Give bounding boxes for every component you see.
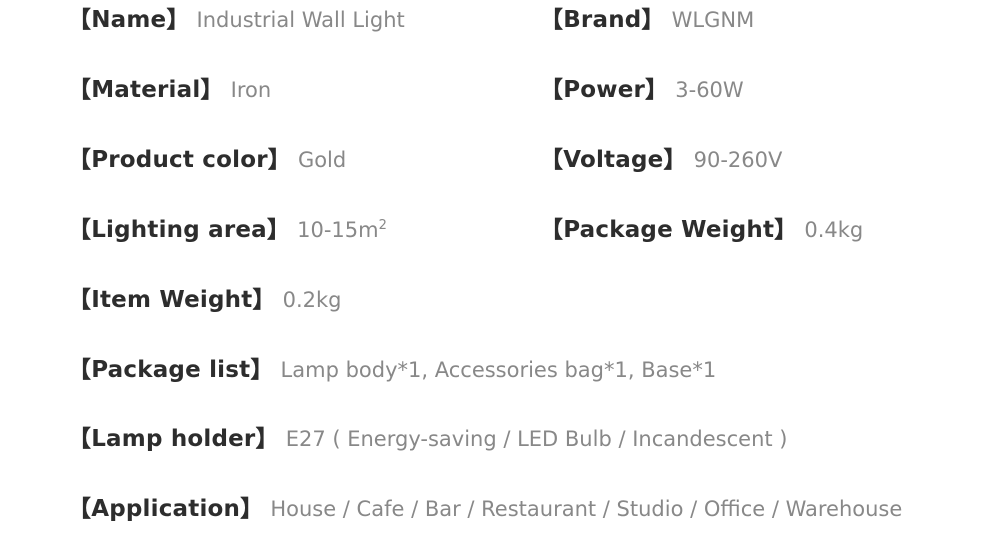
spec-item-material: 【Material】 Iron (68, 70, 271, 104)
spec-label-name: 【Name】 (68, 7, 190, 33)
spec-row: 【Lighting area】 10-15m2 【Package Weight】… (0, 192, 1000, 262)
spec-label-power: 【Power】 (540, 77, 669, 103)
spec-label-material: 【Material】 (68, 77, 224, 103)
spec-value-product-color: Gold (297, 148, 347, 172)
spec-item-power: 【Power】 3-60W (540, 70, 744, 104)
spec-label-brand: 【Brand】 (540, 7, 665, 33)
spec-value-brand: WLGNM (671, 8, 755, 32)
spec-label-lamp-holder: 【Lamp holder】 (68, 426, 279, 452)
spec-item-package-weight: 【Package Weight】 0.4kg (540, 210, 863, 244)
spec-item-lamp-holder: 【Lamp holder】 E27 ( Energy-saving / LED … (68, 419, 788, 453)
spec-row: 【Name】 Industrial Wall Light 【Brand】 WLG… (0, 0, 1000, 52)
spec-label-package-list: 【Package list】 (68, 357, 274, 383)
spec-item-lighting-area: 【Lighting area】 10-15m2 (68, 210, 387, 244)
spec-item-voltage: 【Voltage】 90-260V (540, 140, 782, 174)
spec-value-voltage: 90-260V (693, 148, 783, 172)
spec-item-package-list: 【Package list】 Lamp body*1, Accessories … (68, 350, 716, 384)
spec-label-voltage: 【Voltage】 (540, 147, 687, 173)
spec-label-lighting-area: 【Lighting area】 (68, 217, 291, 243)
spec-item-item-weight: 【Item Weight】 0.2kg (68, 280, 341, 314)
spec-value-lighting-area-superscript: 2 (378, 218, 387, 233)
spec-value-lighting-area-text: 10-15m (297, 218, 379, 242)
spec-value-package-list: Lamp body*1, Accessories bag*1, Base*1 (280, 358, 717, 382)
spec-item-product-color: 【Product color】 Gold (68, 140, 346, 174)
spec-row: 【Lamp holder】 E27 ( Energy-saving / LED … (0, 401, 1000, 471)
spec-value-application: House / Cafe / Bar / Restaurant / Studio… (270, 497, 903, 521)
spec-value-item-weight: 0.2kg (282, 288, 342, 312)
spec-item-application: 【Application】 House / Cafe / Bar / Resta… (68, 489, 902, 523)
spec-row: 【Package list】 Lamp body*1, Accessories … (0, 332, 1000, 402)
spec-label-package-weight: 【Package Weight】 (540, 217, 798, 243)
spec-item-name: 【Name】 Industrial Wall Light (68, 0, 405, 34)
spec-row: 【Application】 House / Cafe / Bar / Resta… (0, 471, 1000, 541)
product-specification-sheet: 【Name】 Industrial Wall Light 【Brand】 WLG… (0, 0, 1000, 541)
spec-row: 【Item Weight】 0.2kg (0, 262, 1000, 332)
spec-label-item-weight: 【Item Weight】 (68, 287, 276, 313)
spec-row: 【Material】 Iron 【Power】 3-60W (0, 52, 1000, 122)
spec-value-name: Industrial Wall Light (196, 8, 405, 32)
spec-value-lamp-holder: E27 ( Energy-saving / LED Bulb / Incande… (285, 427, 788, 451)
spec-value-material: Iron (230, 78, 272, 102)
spec-value-power: 3-60W (675, 78, 744, 102)
spec-label-application: 【Application】 (68, 496, 264, 522)
spec-row: 【Product color】 Gold 【Voltage】 90-260V (0, 122, 1000, 192)
spec-value-package-weight: 0.4kg (804, 218, 864, 242)
spec-item-brand: 【Brand】 WLGNM (540, 0, 754, 34)
spec-value-lighting-area: 10-15m2 (297, 218, 387, 242)
spec-label-product-color: 【Product color】 (68, 147, 291, 173)
